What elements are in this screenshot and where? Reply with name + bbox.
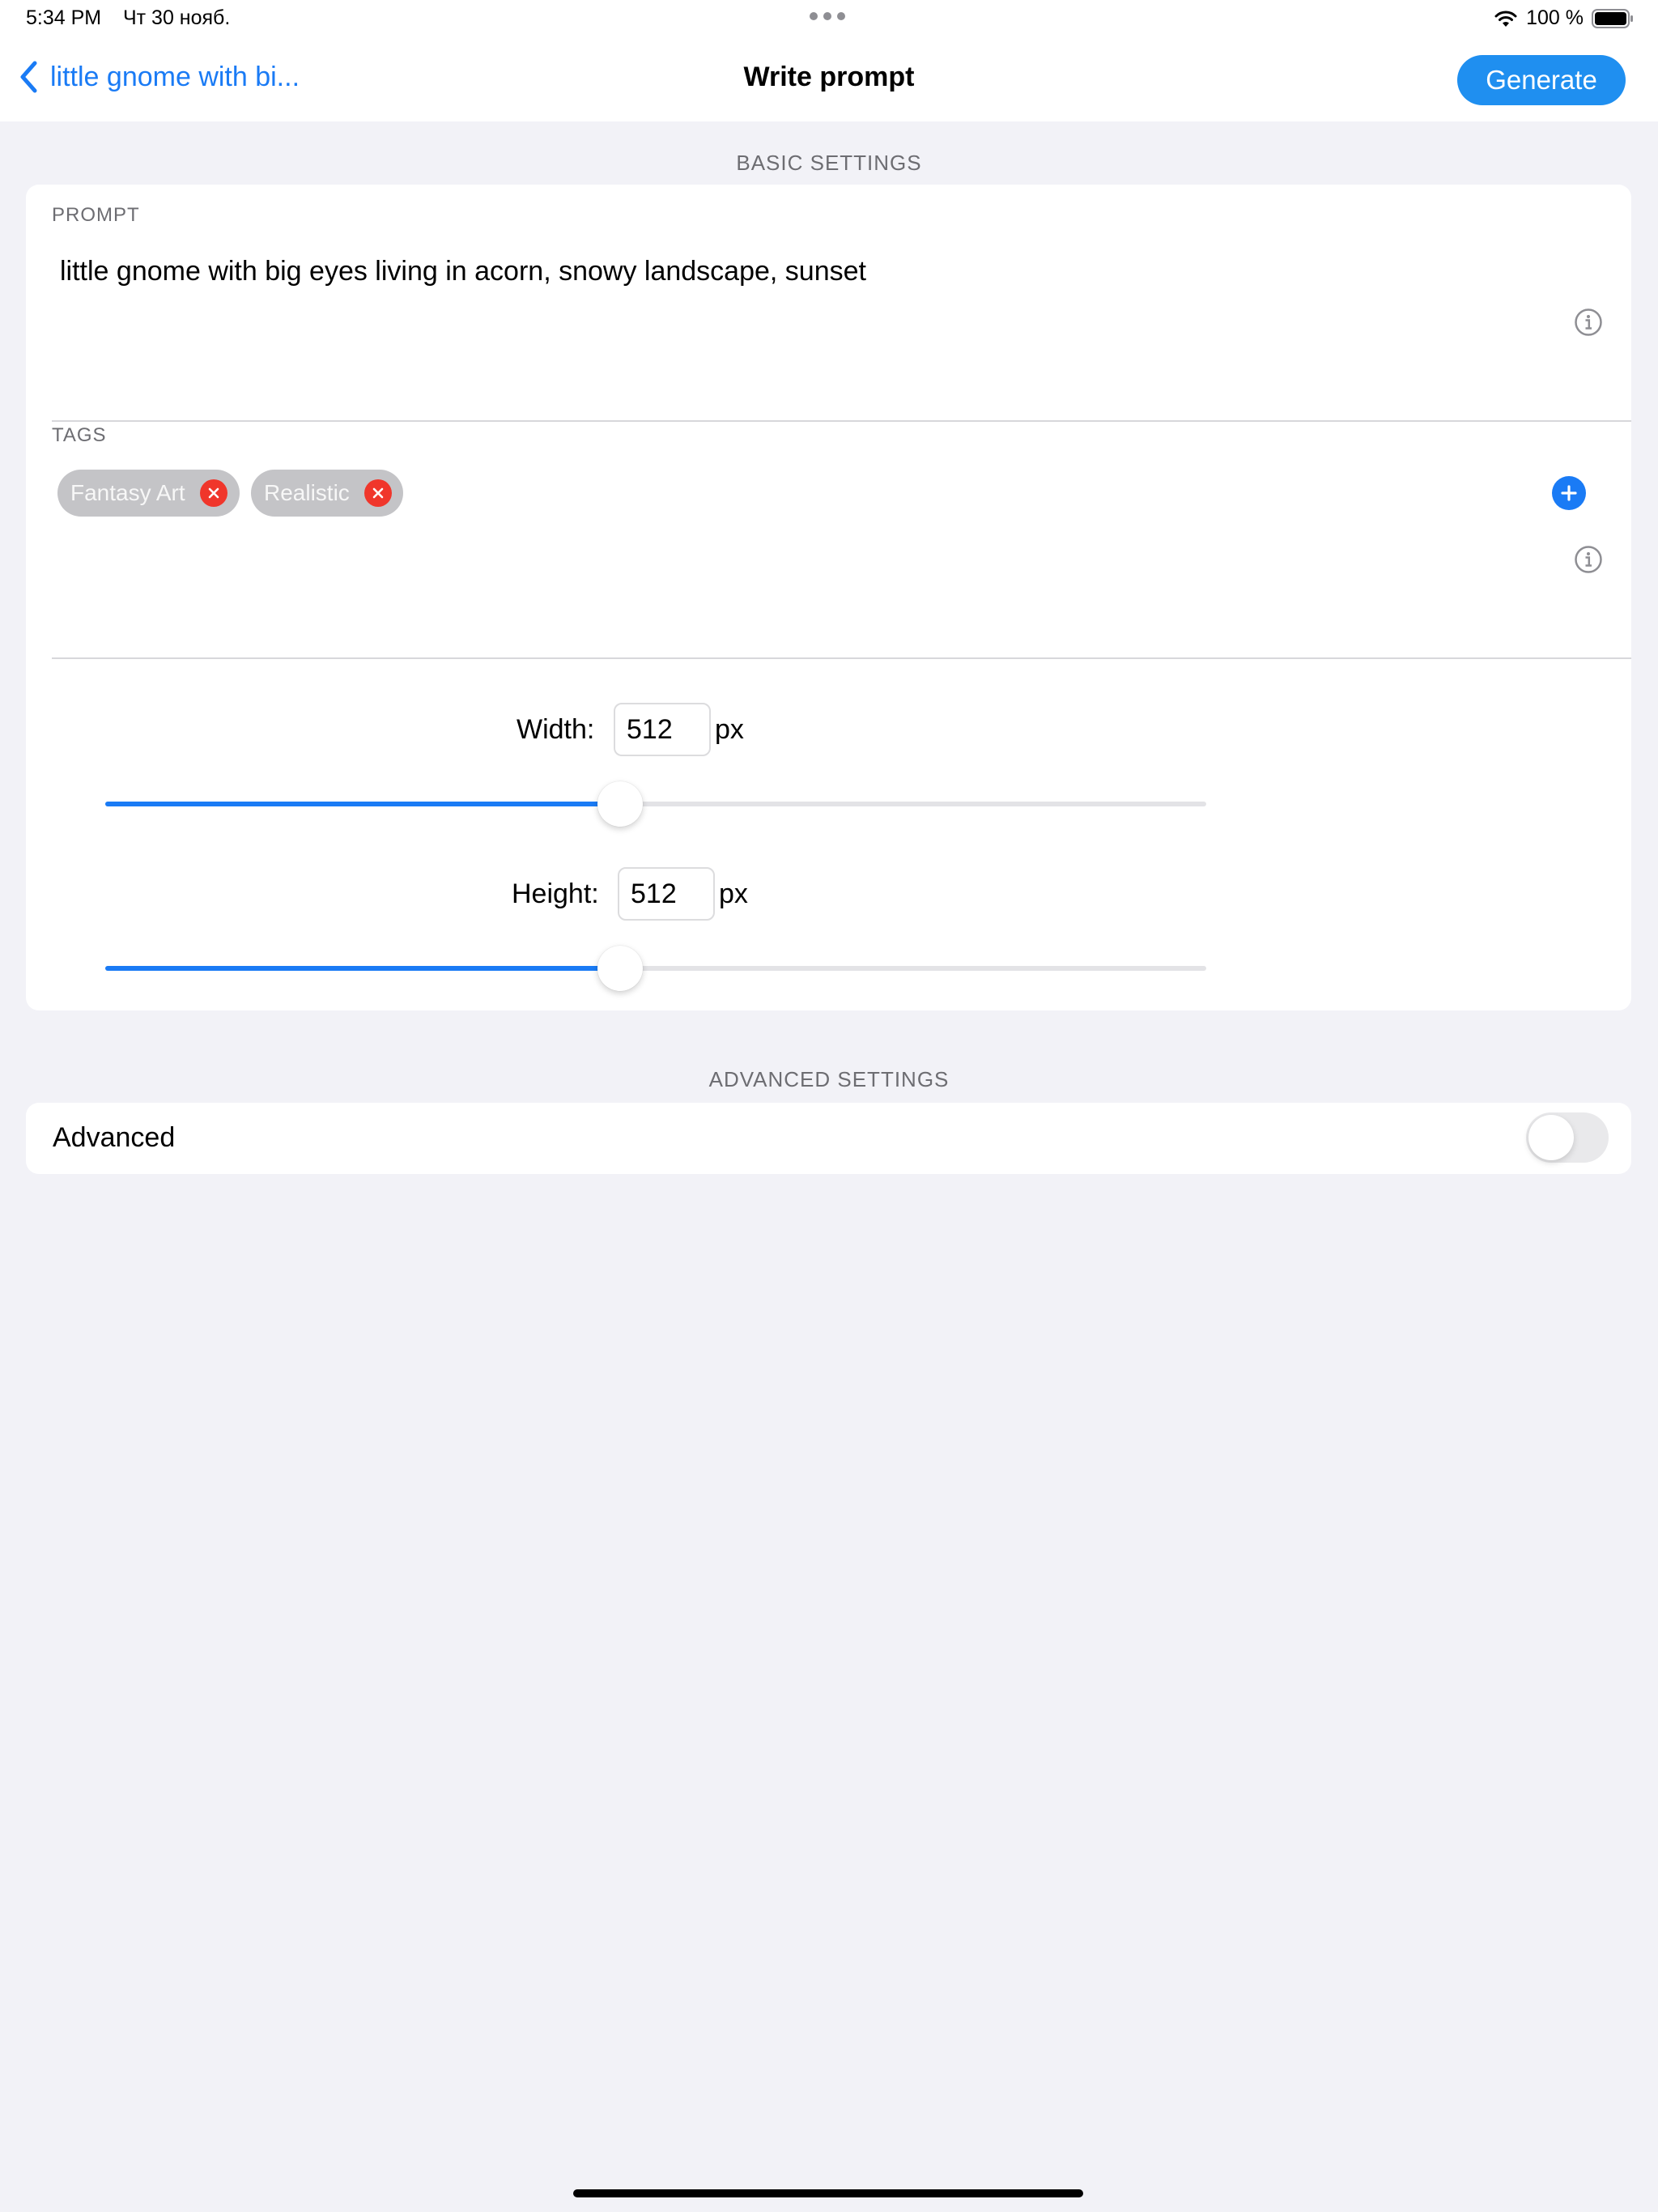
advanced-label: Advanced — [53, 1122, 176, 1153]
generate-button[interactable]: Generate — [1457, 55, 1626, 105]
basic-settings-header: BASIC SETTINGS — [736, 151, 922, 175]
tag-chip[interactable]: Realistic — [251, 470, 403, 517]
status-date: Чт 30 нояб. — [123, 6, 231, 29]
advanced-settings-header: ADVANCED SETTINGS — [708, 1067, 950, 1091]
remove-tag-button[interactable] — [363, 479, 392, 507]
battery-icon — [1592, 8, 1633, 28]
plus-icon — [1561, 485, 1577, 501]
height-slider-fill — [105, 966, 621, 971]
height-unit: px — [719, 878, 748, 909]
navigation-bar: 5:34 PM Чт 30 нояб. 100 % little gnome w… — [0, 0, 1658, 121]
width-input[interactable]: 512 — [614, 703, 711, 756]
width-label: Width: — [517, 714, 595, 745]
add-tag-button[interactable] — [1552, 476, 1586, 510]
close-icon — [372, 487, 384, 499]
prompt-divider — [52, 420, 1631, 422]
width-slider-thumb[interactable] — [597, 781, 644, 827]
width-slider-fill — [105, 802, 621, 806]
close-icon — [208, 487, 219, 499]
home-indicator[interactable] — [573, 2189, 1083, 2197]
tag-chip[interactable]: Fantasy Art — [57, 470, 240, 517]
width-slider[interactable] — [105, 781, 1206, 827]
status-right: 100 % — [1494, 6, 1634, 30]
multitasking-dots-icon[interactable] — [810, 12, 848, 23]
prompt-label: PROMPT — [52, 204, 140, 226]
back-button-label: little gnome with bi... — [50, 61, 300, 92]
height-input[interactable]: 512 — [618, 867, 715, 921]
app-screen: 5:34 PM Чт 30 нояб. 100 % little gnome w… — [0, 0, 1658, 2212]
back-button[interactable]: little gnome with bi... — [18, 60, 300, 94]
advanced-settings-card: Advanced — [26, 1103, 1631, 1174]
prompt-text-area[interactable]: little gnome with big eyes living in aco… — [60, 256, 866, 287]
height-label: Height: — [512, 878, 599, 909]
chevron-left-icon — [20, 61, 37, 93]
height-slider-thumb[interactable] — [597, 946, 644, 991]
remove-tag-button[interactable] — [199, 479, 227, 507]
wifi-icon — [1494, 11, 1517, 27]
toggle-knob — [1528, 1115, 1574, 1160]
prompt-info-icon[interactable] — [1574, 308, 1603, 337]
tags-info-icon[interactable] — [1574, 545, 1603, 574]
status-time: 5:34 PM — [26, 6, 102, 29]
battery-percent: 100 % — [1526, 6, 1584, 29]
advanced-toggle[interactable] — [1526, 1112, 1609, 1163]
tag-label: Fantasy Art — [70, 480, 185, 505]
tags-divider — [52, 657, 1631, 659]
tags-label: TAGS — [52, 424, 107, 446]
basic-settings-card: PROMPT little gnome with big eyes living… — [26, 185, 1631, 1010]
height-slider[interactable] — [105, 946, 1206, 991]
tag-label: Realistic — [264, 480, 350, 505]
width-unit: px — [715, 714, 744, 745]
